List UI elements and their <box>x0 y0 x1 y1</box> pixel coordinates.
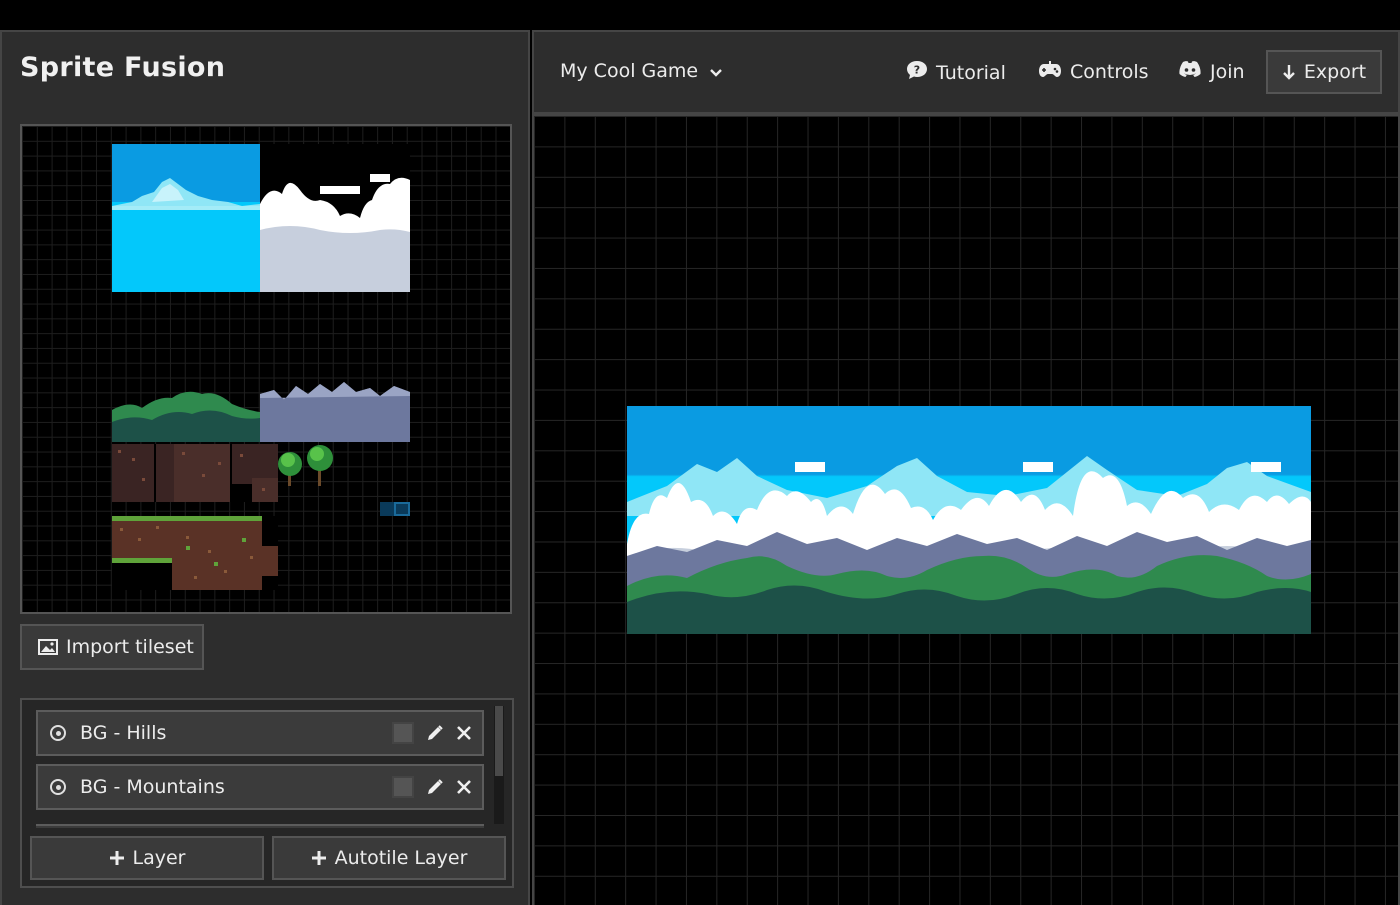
import-tileset-button[interactable]: Import tileset <box>20 624 204 670</box>
nav-controls[interactable]: Controls <box>1038 60 1149 83</box>
nav-join[interactable]: Join <box>1178 60 1245 83</box>
layer-item-bg-hills[interactable]: BG - Hills <box>36 710 484 756</box>
eye-icon[interactable] <box>50 725 66 741</box>
map-canvas[interactable] <box>532 114 1400 905</box>
tileset-water-tile[interactable] <box>380 502 410 516</box>
top-bar: My Cool Game ? Tutorial Controls Join Ex… <box>532 30 1400 114</box>
layer-item-partial[interactable] <box>36 824 484 828</box>
layer-name: BG - Hills <box>80 722 167 744</box>
export-button[interactable]: Export <box>1266 50 1382 94</box>
nav-controls-label: Controls <box>1070 60 1149 83</box>
map-scene[interactable] <box>627 406 1311 634</box>
nav-tutorial-label: Tutorial <box>936 61 1006 84</box>
tileset-sky-tile[interactable] <box>112 144 260 292</box>
gamepad-icon <box>1038 60 1062 83</box>
close-icon[interactable] <box>456 725 472 741</box>
close-icon[interactable] <box>456 779 472 795</box>
tileset-dirt-tiles[interactable] <box>112 444 278 502</box>
tileset-hills-tile[interactable] <box>112 386 260 442</box>
left-panel: Sprite Fusion Import tileset BG - Hills … <box>0 30 530 905</box>
app-title: Sprite Fusion <box>20 52 226 83</box>
discord-icon <box>1178 60 1202 83</box>
layers-scrollbar-thumb[interactable] <box>495 706 503 776</box>
nav-tutorial[interactable]: ? Tutorial <box>906 60 1006 85</box>
image-icon <box>38 639 58 655</box>
arrow-down-icon <box>1282 64 1296 80</box>
layers-scrollbar[interactable] <box>494 706 504 824</box>
pencil-icon[interactable] <box>426 724 444 742</box>
eye-icon[interactable] <box>50 779 66 795</box>
tileset-mountains-tile[interactable] <box>260 380 410 442</box>
tileset-view[interactable] <box>20 124 512 614</box>
project-selector[interactable]: My Cool Game <box>560 60 722 82</box>
nav-join-label: Join <box>1210 60 1245 83</box>
layer-name: BG - Mountains <box>80 776 225 798</box>
tileset-cloud-tile[interactable] <box>260 144 410 292</box>
tileset-grass-tiles[interactable] <box>112 516 278 590</box>
help-bubble-icon: ? <box>906 60 928 85</box>
pencil-icon[interactable] <box>426 778 444 796</box>
svg-text:?: ? <box>914 64 920 77</box>
add-autotile-layer-label: Autotile Layer <box>334 847 468 869</box>
layer-checkbox[interactable] <box>392 722 414 744</box>
import-tileset-label: Import tileset <box>66 636 194 658</box>
project-name: My Cool Game <box>560 60 699 82</box>
layer-checkbox[interactable] <box>392 776 414 798</box>
tileset-trees[interactable] <box>274 442 338 488</box>
add-layer-label: Layer <box>132 847 186 869</box>
plus-icon <box>109 850 125 866</box>
layer-item-bg-mountains[interactable]: BG - Mountains <box>36 764 484 810</box>
chevron-down-icon <box>710 60 722 82</box>
export-label: Export <box>1303 61 1367 83</box>
plus-icon <box>311 850 327 866</box>
add-autotile-layer-button[interactable]: Autotile Layer <box>272 836 506 880</box>
add-layer-button[interactable]: Layer <box>30 836 264 880</box>
layers-panel: BG - Hills BG - Mountains Layer Autotile… <box>20 698 514 888</box>
